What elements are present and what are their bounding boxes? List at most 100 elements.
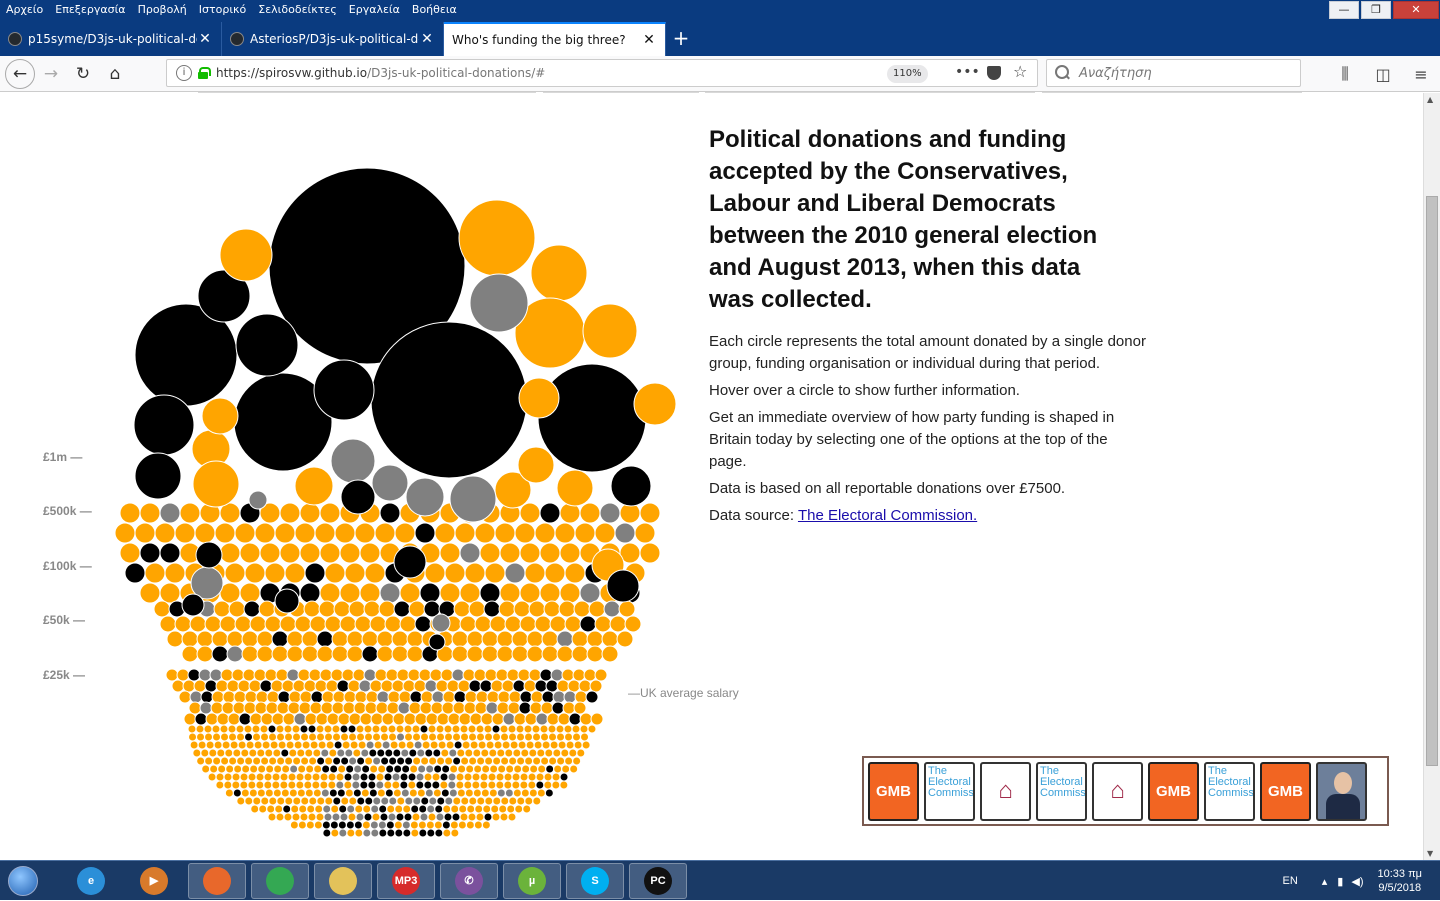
donor-bubble[interactable] (187, 724, 197, 734)
donor-bubble[interactable] (339, 812, 349, 822)
donor-bubble[interactable] (393, 820, 403, 830)
donor-bubble[interactable] (189, 740, 199, 750)
donor-bubble[interactable] (519, 502, 541, 524)
donor-bubble[interactable] (215, 679, 229, 693)
donor-bubble[interactable] (196, 756, 206, 766)
donor-bubble[interactable] (365, 690, 379, 704)
donor-bubble[interactable] (401, 820, 411, 830)
electoral-commission-logo[interactable]: The Electoral Commission (924, 761, 975, 821)
donor-bubble[interactable] (240, 788, 250, 798)
donor-bubble[interactable] (284, 796, 294, 806)
donor-bubble[interactable] (331, 724, 341, 734)
donor-bubble[interactable] (512, 788, 522, 798)
donor-bubble[interactable] (457, 764, 467, 774)
menu-file[interactable]: Αρχείο (0, 0, 49, 20)
donor-bubble[interactable] (333, 740, 343, 750)
donor-bubble[interactable] (558, 600, 576, 618)
donor-bubble[interactable] (594, 668, 608, 682)
donor-bubble[interactable] (372, 796, 382, 806)
donor-bubble[interactable] (249, 712, 263, 726)
donor-bubble[interactable] (292, 756, 302, 766)
taskbar-media-player[interactable]: ▶ (125, 863, 183, 899)
donor-bubble[interactable] (444, 732, 454, 742)
donor-bubble[interactable] (204, 732, 214, 742)
donor-bubble[interactable] (339, 542, 361, 564)
donor-bubble[interactable] (410, 804, 420, 814)
donor-bubble[interactable] (504, 562, 526, 584)
donor-bubble[interactable] (234, 522, 256, 544)
donor-bubble[interactable] (432, 788, 442, 798)
donor-bubble[interactable] (431, 772, 441, 782)
donor-bubble[interactable] (499, 582, 521, 604)
donor-bubble[interactable] (561, 764, 571, 774)
donor-bubble[interactable] (396, 756, 406, 766)
donor-bubble[interactable] (341, 740, 351, 750)
donor-bubble[interactable] (298, 804, 308, 814)
donor-bubble[interactable] (308, 756, 318, 766)
donor-bubble[interactable] (134, 452, 182, 500)
donor-bubble[interactable] (232, 701, 246, 715)
donor-bubble[interactable] (226, 679, 240, 693)
donor-bubble[interactable] (316, 796, 326, 806)
donor-bubble[interactable] (530, 690, 544, 704)
donor-bubble[interactable] (203, 724, 213, 734)
donor-bubble[interactable] (376, 690, 390, 704)
donor-bubble[interactable] (345, 820, 355, 830)
donor-bubble[interactable] (271, 645, 289, 663)
menu-history[interactable]: Ιστορικό (193, 0, 253, 20)
donor-bubble[interactable] (433, 764, 443, 774)
donor-bubble[interactable] (448, 788, 458, 798)
donor-bubble[interactable] (261, 740, 271, 750)
donor-bubble[interactable] (423, 772, 433, 782)
donor-bubble[interactable] (354, 804, 364, 814)
donor-bubble[interactable] (299, 690, 313, 704)
donor-bubble[interactable] (507, 701, 521, 715)
donor-bubble[interactable] (551, 772, 561, 782)
donor-bubble[interactable] (356, 796, 366, 806)
donor-bubble[interactable] (472, 748, 482, 758)
donor-bubble[interactable] (483, 600, 501, 618)
donor-bubble[interactable] (237, 679, 251, 693)
donor-bubble[interactable] (328, 788, 338, 798)
donor-bubble[interactable] (433, 820, 443, 830)
donor-bubble[interactable] (249, 615, 267, 633)
donor-bubble[interactable] (376, 788, 386, 798)
donor-bubble[interactable] (411, 724, 421, 734)
donor-bubble[interactable] (496, 788, 506, 798)
donor-bubble[interactable] (211, 630, 229, 648)
donor-bubble[interactable] (139, 542, 161, 564)
donor-bubble[interactable] (392, 748, 402, 758)
donor-bubble[interactable] (594, 522, 616, 544)
donor-bubble[interactable] (277, 690, 291, 704)
donor-bubble[interactable] (481, 764, 491, 774)
donor-bubble[interactable] (119, 542, 141, 564)
donor-bubble[interactable] (233, 764, 243, 774)
donor-bubble[interactable] (196, 645, 214, 663)
donor-bubble[interactable] (482, 804, 492, 814)
donor-bubble[interactable] (481, 645, 499, 663)
donor-bubble[interactable] (496, 748, 506, 758)
donor-bubble[interactable] (513, 764, 523, 774)
donor-bubble[interactable] (541, 645, 559, 663)
donor-bubble[interactable] (308, 796, 318, 806)
donor-bubble[interactable] (371, 812, 381, 822)
donor-bubble[interactable] (474, 615, 492, 633)
donor-bubble[interactable] (491, 712, 505, 726)
donor-bubble[interactable] (408, 600, 426, 618)
donor-bubble[interactable] (332, 690, 346, 704)
donor-bubble[interactable] (452, 796, 462, 806)
donor-bubble[interactable] (306, 804, 316, 814)
donor-bubble[interactable] (500, 732, 510, 742)
donor-bubble[interactable] (585, 690, 599, 704)
donor-bubble[interactable] (454, 522, 476, 544)
donor-bubble[interactable] (412, 732, 422, 742)
donor-bubble[interactable] (289, 820, 299, 830)
donor-bubble[interactable] (391, 780, 401, 790)
donor-bubble[interactable] (552, 690, 566, 704)
donor-bubble[interactable] (198, 668, 212, 682)
donor-bubble[interactable] (253, 740, 263, 750)
donor-bubble[interactable] (224, 562, 246, 584)
donor-bubble[interactable] (279, 502, 301, 524)
close-tab-icon[interactable]: ✕ (641, 32, 657, 48)
donor-bubble[interactable] (565, 740, 575, 750)
